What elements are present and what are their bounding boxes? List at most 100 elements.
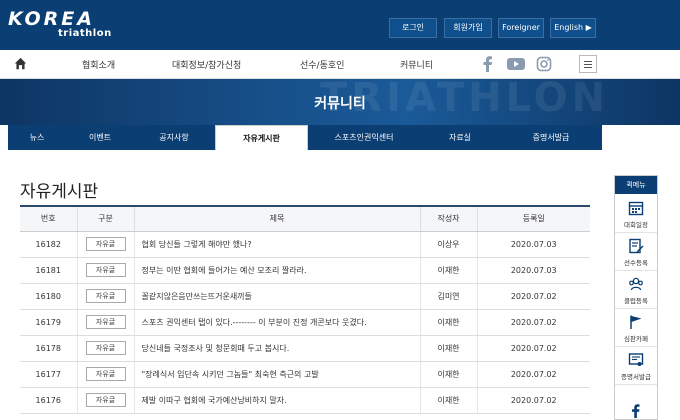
post-author: 이재한: [419, 387, 477, 414]
foreigner-button[interactable]: Foreigner: [498, 18, 544, 38]
post-number: 16179: [20, 309, 77, 336]
table-row[interactable]: 16181 자유글 정부는 이딴 협회에 들어가는 예산 모조리 짤라라. 이재…: [20, 257, 590, 284]
category-badge: 자유글: [85, 341, 126, 355]
quick-item-label: 심판카페: [624, 335, 648, 343]
table-row[interactable]: 16176 자유글 제발 이따구 협회에 국가예산낭비하지 말자. 이재한 20…: [20, 387, 590, 414]
post-date: 2020.07.02: [476, 335, 590, 362]
category-badge: 자유글: [85, 367, 126, 381]
calendar-icon: [628, 201, 644, 216]
post-title-link[interactable]: 스포츠 권익센터 탭이 있다.-------- 이 부분이 진정 개콘보다 웃겼…: [133, 309, 420, 336]
post-category: 자유글: [76, 335, 134, 362]
quick-item-label: 클럽등록: [624, 297, 648, 305]
certificate-icon: [628, 353, 644, 366]
facebook-icon[interactable]: [629, 404, 643, 418]
post-author: 이재한: [419, 335, 477, 362]
post-category: 자유글: [76, 231, 134, 258]
post-number: 16178: [20, 335, 77, 362]
post-author: 김미연: [419, 283, 477, 310]
login-button[interactable]: 로그인: [389, 18, 437, 38]
home-icon[interactable]: [14, 57, 27, 70]
post-category: 자유글: [76, 309, 134, 336]
quick-item-club-register[interactable]: 클럽등록: [615, 271, 657, 309]
hamburger-menu-button[interactable]: [579, 55, 597, 73]
flag-icon: [630, 315, 642, 329]
category-badge: 자유글: [85, 289, 126, 303]
post-number: 16180: [20, 283, 77, 310]
tab-news[interactable]: 뉴스: [8, 125, 66, 150]
logo-word: KOREA: [8, 8, 95, 30]
table-header-row: 번호 구분 제목 작성자 등록일: [20, 206, 590, 232]
category-badge: 자유글: [85, 263, 126, 277]
post-author: 이재한: [419, 309, 477, 336]
table-row[interactable]: 16177 자유글 "장례식서 입단속 시키던 그놈들" 최숙현 측근의 고발 …: [20, 361, 590, 388]
tab-certificate[interactable]: 증명서발급: [500, 125, 602, 150]
post-date: 2020.07.02: [476, 283, 590, 310]
post-author: 이상우: [419, 231, 477, 258]
quick-item-athlete-register[interactable]: 선수등록: [615, 233, 657, 271]
tab-archive[interactable]: 자료실: [420, 125, 500, 150]
board-table: 번호 구분 제목 작성자 등록일 16182 자유글 협회 당신들 그렇게 해야…: [20, 205, 590, 414]
post-title-link[interactable]: 꼴같지않은음만쓰는뜨거운새끼들: [133, 283, 420, 310]
column-header-title: 제목: [133, 206, 420, 232]
post-title-link[interactable]: 협회 당신들 그렇게 해야만 했나?: [133, 231, 420, 258]
post-category: 자유글: [76, 387, 134, 414]
nav-item-community[interactable]: 커뮤니티: [400, 58, 433, 71]
post-author: 이재한: [419, 257, 477, 284]
nav-item-competition[interactable]: 대회정보/참가신청: [172, 58, 241, 71]
table-row[interactable]: 16179 자유글 스포츠 권익센터 탭이 있다.-------- 이 부분이 …: [20, 309, 590, 336]
banner-title: 커뮤니티: [314, 96, 366, 112]
nav-item-about[interactable]: 협회소개: [82, 58, 115, 71]
instagram-icon[interactable]: [536, 56, 552, 72]
table-row[interactable]: 16182 자유글 협회 당신들 그렇게 해야만 했나? 이상우 2020.07…: [20, 231, 590, 258]
post-date: 2020.07.03: [476, 231, 590, 258]
post-date: 2020.07.02: [476, 387, 590, 414]
post-number: 16181: [20, 257, 77, 284]
page-title: 자유게시판: [20, 182, 99, 202]
column-header-author: 작성자: [419, 206, 477, 232]
category-badge: 자유글: [85, 237, 126, 251]
post-author: 이재한: [419, 361, 477, 388]
facebook-icon[interactable]: [480, 56, 496, 72]
sub-tabs: 뉴스 이벤트 공지사항 자유게시판 스포츠인권익센터 자료실 증명서발급: [8, 125, 602, 150]
tab-rights-center[interactable]: 스포츠인권익센터: [308, 125, 420, 150]
quick-item-referee-cafe[interactable]: 심판카페: [615, 309, 657, 347]
page-banner: TRIATHLON 커뮤니티: [0, 79, 680, 125]
post-number: 16176: [20, 387, 77, 414]
signup-button[interactable]: 회원가입: [444, 18, 492, 38]
post-title-link[interactable]: "장례식서 입단속 시키던 그놈들" 최숙현 측근의 고발: [133, 361, 420, 388]
tab-free-board[interactable]: 자유게시판: [215, 125, 308, 150]
nav-item-athletes[interactable]: 선수/동호인: [300, 58, 344, 71]
category-badge: 자유글: [85, 315, 126, 329]
quick-menu-title: 퀵메뉴: [615, 176, 657, 194]
table-row[interactable]: 16180 자유글 꼴같지않은음만쓰는뜨거운새끼들 김미연 2020.07.02: [20, 283, 590, 310]
post-category: 자유글: [76, 257, 134, 284]
post-category: 자유글: [76, 361, 134, 388]
quick-item-label: 선수등록: [624, 259, 648, 267]
quick-item-label: 증명서발급: [621, 373, 651, 381]
post-category: 자유글: [76, 283, 134, 310]
tab-event[interactable]: 이벤트: [66, 125, 134, 150]
column-header-category: 구분: [76, 206, 134, 232]
main-nav: 협회소개 대회정보/참가신청 선수/동호인 커뮤니티: [0, 50, 680, 79]
logo-sub: triathlon: [58, 28, 112, 39]
tab-notice[interactable]: 공지사항: [134, 125, 214, 150]
edit-icon: [629, 238, 644, 254]
post-date: 2020.07.02: [476, 361, 590, 388]
post-title-link[interactable]: 당신네들 국정조사 및 청문회때 두고 봅시다.: [133, 335, 420, 362]
quick-item-schedule[interactable]: 대회일정: [615, 195, 657, 233]
top-header: KOREA triathlon 로그인 회원가입 Foreigner Engli…: [0, 0, 680, 50]
post-number: 16182: [20, 231, 77, 258]
quick-item-certificate[interactable]: 증명서발급: [615, 347, 657, 385]
post-date: 2020.07.03: [476, 257, 590, 284]
column-header-date: 등록일: [476, 206, 590, 232]
post-title-link[interactable]: 제발 이따구 협회에 국가예산낭비하지 말자.: [133, 387, 420, 414]
english-button[interactable]: English ▶: [550, 18, 596, 38]
post-number: 16177: [20, 361, 77, 388]
youtube-icon[interactable]: [506, 56, 526, 72]
table-row[interactable]: 16178 자유글 당신네들 국정조사 및 청문회때 두고 봅시다. 이재한 2…: [20, 335, 590, 362]
category-badge: 자유글: [85, 393, 126, 407]
korea-triathlon-logo[interactable]: KOREA triathlon: [8, 6, 118, 44]
post-title-link[interactable]: 정부는 이딴 협회에 들어가는 예산 모조리 짤라라.: [133, 257, 420, 284]
quick-item-label: 대회일정: [624, 221, 648, 229]
group-icon: [629, 277, 643, 291]
